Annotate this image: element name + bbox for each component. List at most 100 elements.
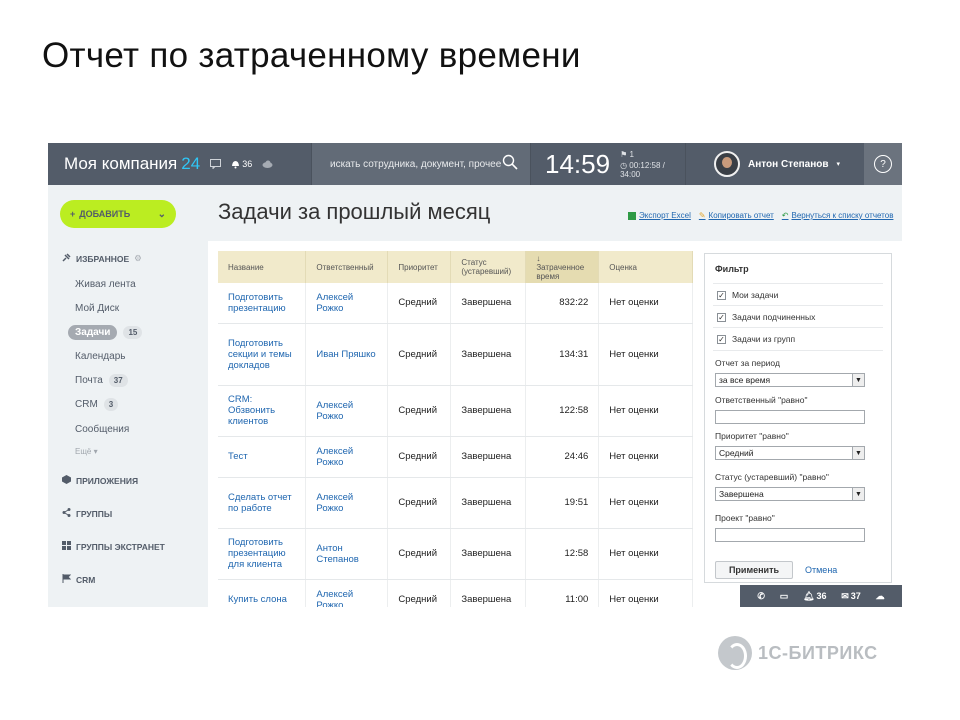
task-name-link[interactable]: Подготовить секции и темы докладов [218,323,307,386]
dropdown-arrow-icon: ▼ [852,374,864,386]
extranet-icon [62,541,71,552]
rating-cell: Нет оценки [598,528,693,580]
status-select[interactable]: Завершена ▼ [715,487,865,501]
divider [713,350,883,351]
sidebar-section-apps[interactable]: ПРИЛОЖЕНИЯ [62,475,138,486]
task-name-link[interactable]: Подготовить презентацию для клиента [218,528,307,580]
dropdown-arrow-icon: ▼ [852,447,864,459]
responsible-link[interactable]: Антон Степанов [305,528,389,580]
time-spent-cell: 11:00 [525,579,600,607]
logo-text: 1С-БИТРИКС [758,642,878,663]
work-clock[interactable]: 14:59 ⚑ 1 ◷ 00:12:58 / 34:00 [531,143,686,185]
notifications-button[interactable]: 🔔︎ 36 [803,591,826,602]
gear-icon[interactable]: ⚙ [134,253,142,264]
chat-icon[interactable] [210,159,222,169]
task-name-link[interactable]: Сделать отчет по работе [218,477,307,529]
chat-icon[interactable]: ▭ [780,591,789,602]
sidebar-section-favorites[interactable]: ИЗБРАННОЕ ⚙ [62,253,142,264]
period-select[interactable]: за все время ▼ [715,373,865,387]
user-menu[interactable]: Антон Степанов ▾ [686,151,856,177]
checkbox-my-tasks[interactable]: ✓ Мои задачи [717,290,778,300]
table-row[interactable]: Сделать отчет по работе Алексей Рожко Сред… [218,477,693,529]
sidebar-item-label: Задачи [68,325,118,340]
responsible-link[interactable]: Алексей Рожко [305,436,389,478]
task-name-link[interactable]: Подготовить презентацию [218,283,307,324]
sidebar-item-feed[interactable]: Живая лента [75,279,136,290]
responsible-link[interactable]: Алексей Рожко [305,385,389,437]
sidebar-item-calendar[interactable]: Календарь [75,351,125,362]
avatar [714,151,740,177]
priority-cell: Средний [387,436,452,478]
table-row[interactable]: Подготовить презентацию Алексей Рожко Сред… [218,283,693,324]
sidebar-item-messages[interactable]: Сообщения [75,424,129,435]
brand[interactable]: Моя компания 24 36 [48,143,311,185]
sidebar-section-extranet[interactable]: ГРУППЫ ЭКСТРАНЕТ [62,541,165,552]
sidebar-item-mail[interactable]: Почта 37 [75,374,128,387]
column-header-responsible[interactable]: Ответственный [305,251,389,283]
chevron-down-icon: ▾ [836,161,841,168]
sidebar-item-disk[interactable]: Мой Диск [75,303,119,314]
responsible-link[interactable]: Алексей Рожко [305,579,389,607]
checkbox-group-tasks[interactable]: ✓ Задачи из групп [717,334,795,344]
column-header-name[interactable]: Название [218,251,307,283]
search-placeholder: искать сотрудника, документ, прочее [330,158,502,170]
plus-icon: + [70,209,76,219]
sidebar-section-crm[interactable]: CRM [62,574,95,585]
responsible-link[interactable]: Алексей Рожко [305,283,389,324]
task-name-link[interactable]: Тест [218,436,307,478]
priority-cell: Средний [387,323,452,386]
table-row[interactable]: Купить слона Алексей Рожко Средний Завершен… [218,579,693,607]
search-input[interactable]: искать сотрудника, документ, прочее [311,143,531,185]
copy-report-link[interactable]: ✎ Копировать отчет [699,211,774,220]
sidebar-item-crm[interactable]: CRM 3 [75,398,119,411]
column-header-priority[interactable]: Приоритет [387,251,452,283]
column-header-time-spent[interactable]: ↓ Затраченное время [525,251,600,283]
task-name-link[interactable]: CRM: Обзвонить клиентов [218,385,307,437]
time-spent-cell: 122:58 [525,385,600,437]
excel-icon [628,211,636,220]
chevron-down-icon: ⌄ [157,208,166,220]
clock-details: ⚑ 1 ◷ 00:12:58 / 34:00 [620,150,685,179]
project-input[interactable] [715,528,865,542]
apply-button[interactable]: Применить [715,561,793,579]
add-button[interactable]: + ДОБАВИТЬ ⌄ [60,200,176,228]
status-cell: Завершена [450,528,527,580]
sidebar-item-tasks[interactable]: Задачи 15 [68,325,143,340]
checkbox-checked-icon[interactable]: ✓ [717,312,726,322]
phone-icon[interactable]: ✆ [757,591,765,602]
sidebar-more-link[interactable]: Ещё ▾ [75,447,98,456]
cloud-icon[interactable] [262,160,273,168]
responsible-link[interactable]: Иван Пряшко [305,323,389,386]
checkbox-checked-icon[interactable]: ✓ [717,290,726,300]
cancel-link[interactable]: Отмена [805,565,837,575]
rating-cell: Нет оценки [598,579,693,607]
checkbox-checked-icon[interactable]: ✓ [717,334,726,344]
table-row[interactable]: Подготовить презентацию для клиента Антон… [218,528,693,580]
table-row[interactable]: CRM: Обзвонить клиентов Алексей Рожко Сред… [218,385,693,437]
clock-flag: ⚑ 1 [620,149,634,159]
table-row[interactable]: Тест Алексей Рожко Средний Завершена 24:46 Не… [218,436,693,478]
clock-timer: ◷ 00:12:58 / 34:00 [620,160,665,179]
search-icon[interactable] [502,154,518,175]
help-button[interactable]: ? [864,143,902,185]
column-header-rating[interactable]: Оценка [598,251,693,283]
table-row[interactable]: Подготовить секции и темы докладов Иван П… [218,323,693,386]
chat-bar: ✆ ▭ 🔔︎ 36 ✉ 37 ☁ [740,585,902,607]
back-to-reports-link[interactable]: ↶ Вернуться к списку отчетов [782,211,894,220]
cloud-icon[interactable]: ☁ [876,591,885,602]
responsible-input[interactable] [715,410,865,424]
priority-select[interactable]: Средний ▼ [715,446,865,460]
top-bar: Моя компания 24 36 искать сотрудника, до… [48,143,902,185]
sidebar-section-label: ИЗБРАННОЕ [76,253,130,264]
column-header-status[interactable]: Статус (устаревший) [450,251,527,283]
task-name-link[interactable]: Купить слона [218,579,307,607]
mail-button[interactable]: ✉ 37 [841,591,861,602]
bell-icon[interactable]: 36 [231,159,252,169]
checkbox-subordinate-tasks[interactable]: ✓ Задачи подчиненных [717,312,815,322]
pencil-icon: ✎ [698,211,706,220]
bitrix-app-window: Моя компания 24 36 искать сотрудника, до… [48,143,902,607]
sidebar-section-groups[interactable]: ГРУППЫ [62,508,112,519]
export-excel-link[interactable]: Экспорт Excel [628,211,691,220]
period-label: Отчет за период [715,358,780,368]
responsible-link[interactable]: Алексей Рожко [305,477,389,529]
